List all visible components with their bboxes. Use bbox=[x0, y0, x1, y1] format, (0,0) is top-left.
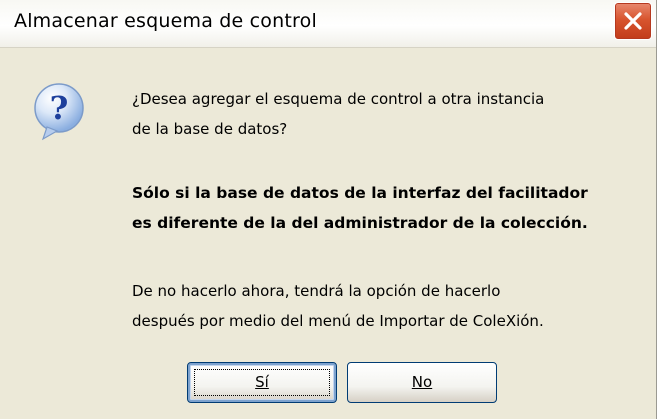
close-button[interactable] bbox=[614, 2, 652, 40]
condition-message: Sólo si la base de datos de la interfaz … bbox=[132, 178, 588, 238]
title-bar[interactable]: Almacenar esquema de control bbox=[0, 0, 656, 48]
condition-line-1: Sólo si la base de datos de la interfaz … bbox=[132, 184, 588, 202]
question-message: ¿Desea agregar el esquema de control a o… bbox=[132, 84, 544, 144]
dialog-body: ? ¿Desea agregar el esquema de control a… bbox=[1, 48, 655, 419]
svg-text:?: ? bbox=[50, 89, 69, 127]
no-button-label: No bbox=[411, 373, 433, 391]
question-icon: ? bbox=[34, 83, 84, 141]
dialog-window: Almacenar esquema de control ? ¿Desea ag… bbox=[0, 0, 657, 419]
dialog-title: Almacenar esquema de control bbox=[14, 10, 317, 32]
question-line-1: ¿Desea agregar el esquema de control a o… bbox=[132, 90, 545, 108]
note-message: De no hacerlo ahora, tendrá la opción de… bbox=[132, 276, 544, 336]
yes-button[interactable]: Sí bbox=[187, 362, 337, 403]
note-line-1: De no hacerlo ahora, tendrá la opción de… bbox=[132, 282, 501, 300]
no-button[interactable]: No bbox=[347, 362, 497, 403]
condition-line-2: es diferente de la del administrador de … bbox=[132, 214, 588, 232]
close-icon bbox=[624, 12, 642, 30]
question-line-2: de la base de datos? bbox=[132, 120, 288, 138]
note-line-2: después por medio del menú de Importar d… bbox=[132, 312, 544, 330]
focus-rectangle bbox=[194, 369, 330, 396]
